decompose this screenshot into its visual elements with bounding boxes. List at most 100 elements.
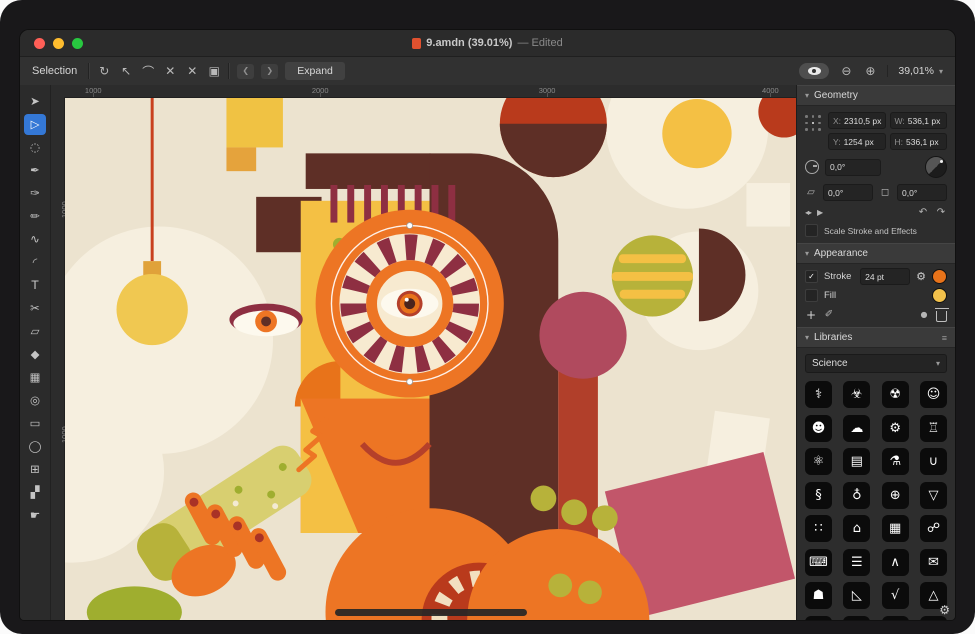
tool-ellipse-tool[interactable]: ◯	[24, 436, 46, 457]
library-icon-brain[interactable]: ☁	[843, 415, 870, 442]
library-icon-globe-stand[interactable]: ♁	[843, 482, 870, 509]
brush-icon[interactable]: ✐	[823, 309, 835, 320]
stroke-width-field[interactable]: 24 pt	[860, 268, 910, 285]
add-style-button[interactable]: +	[805, 308, 817, 322]
library-icon-lab-goggles[interactable]: ☻	[805, 415, 832, 442]
width-field[interactable]: W:536,1 px	[890, 112, 948, 129]
flip-vertical-icon[interactable]: ▶	[817, 208, 822, 217]
toolbar-icon-arc-handle[interactable]: ⌒	[141, 63, 155, 80]
tool-fill-tool[interactable]: ◆	[24, 344, 46, 365]
library-icon-microscope[interactable]: ☍	[920, 515, 947, 542]
panel-settings-gear-icon[interactable]: ⚙	[939, 603, 950, 617]
toolbar-icon-rotate-cursor[interactable]: ↻	[97, 64, 111, 78]
library-icon-square-root[interactable]: √	[882, 582, 909, 609]
library-icon-dominoes[interactable]: ⠿	[882, 616, 909, 621]
tool-brush-tool[interactable]: ∿	[24, 229, 46, 250]
tool-node-tool[interactable]: ▷	[24, 114, 46, 135]
library-icon-certificate[interactable]: ✉	[920, 549, 947, 576]
zoom-in-icon[interactable]: ⊕	[863, 64, 877, 78]
libraries-menu-icon[interactable]: ≡	[942, 333, 947, 343]
tool-hand-tool[interactable]: ☛	[24, 505, 46, 526]
insert-front-button[interactable]: ❯	[261, 64, 278, 79]
stroke-checkbox[interactable]: ✓	[805, 270, 818, 283]
library-icon-virus[interactable]: ☣	[843, 381, 870, 408]
library-icon-pill-grid[interactable]: ∷	[805, 515, 832, 542]
rotate-ccw-icon[interactable]: ↶	[917, 207, 929, 218]
library-icon-museum[interactable]: ⌂	[843, 515, 870, 542]
tool-corner-tool[interactable]: ◜	[24, 252, 46, 273]
tool-rectangle-tool[interactable]: ▭	[24, 413, 46, 434]
library-icon-pencil-pad[interactable]: ✎	[843, 616, 870, 621]
geometry-section-header[interactable]: ▾ Geometry	[797, 85, 955, 106]
appearance-section-header[interactable]: ▾ Appearance	[797, 243, 955, 264]
ruler-corner	[51, 85, 65, 99]
tool-node-pen-tool[interactable]: ✑	[24, 183, 46, 204]
canvas[interactable]	[65, 98, 796, 620]
library-icon-scientist[interactable]: ☺	[920, 381, 947, 408]
toolbar-divider	[228, 63, 230, 79]
stroke-color-swatch[interactable]	[932, 269, 947, 284]
trash-icon[interactable]	[936, 311, 947, 322]
fill-checkbox[interactable]	[805, 289, 818, 302]
rotation-dial[interactable]	[925, 156, 947, 178]
x-position-field[interactable]: X:2310,5 px	[828, 112, 886, 129]
library-icon-ledger[interactable]: ☰	[843, 549, 870, 576]
tool-move-tool[interactable]: ➤	[24, 91, 46, 112]
color-dot-icon[interactable]: ●	[918, 310, 930, 319]
library-icon-observatory[interactable]: ◠	[805, 616, 832, 621]
height-field[interactable]: H:536,1 px	[890, 133, 948, 150]
library-icon-bacteria[interactable]: ☢	[882, 381, 909, 408]
library-icon-ruler[interactable]: ◺	[843, 582, 870, 609]
rotation-field[interactable]: 0,0°	[825, 159, 881, 176]
scale-stroke-checkbox[interactable]	[805, 224, 818, 237]
stroke-settings-gear-icon[interactable]: ⚙	[916, 270, 926, 283]
library-icon-erlenmeyer-flask[interactable]: ▽	[920, 482, 947, 509]
library-icon-institution[interactable]: ♖	[920, 415, 947, 442]
libraries-section-header[interactable]: ▾ Libraries ≡	[797, 327, 955, 348]
shear-field[interactable]: 0,0°	[823, 184, 873, 201]
tool-zoom-tool[interactable]: ◎	[24, 390, 46, 411]
tool-scissors-tool[interactable]: ✂	[24, 298, 46, 319]
appearance-section-title: Appearance	[814, 248, 868, 259]
library-icon-gears[interactable]: ⚙	[882, 415, 909, 442]
tool-pencil-tool[interactable]: ✏	[24, 206, 46, 227]
library-select[interactable]: Science ▾	[805, 354, 947, 373]
library-icon-dna[interactable]: §	[805, 482, 832, 509]
library-icon-thermometer[interactable]: ⚕	[805, 381, 832, 408]
library-icon-atom[interactable]: ⚛	[805, 448, 832, 475]
tool-text-tool[interactable]: T	[24, 275, 46, 296]
corner-radius-field[interactable]: 0,0°	[897, 184, 947, 201]
screenshot-stage: 9.amdn (39.01%) — Edited Selection ↻↖⌒✕✕…	[0, 0, 975, 634]
zoom-out-icon[interactable]: ⊖	[839, 64, 853, 78]
library-icon-notebook[interactable]: ▦	[882, 515, 909, 542]
toolbar-icon-snap-to-geometry[interactable]: ✕	[185, 64, 199, 78]
library-icon-test-tube[interactable]: ∪	[920, 448, 947, 475]
library-icon-flask[interactable]: ⚗	[882, 448, 909, 475]
main-area: ➤▷◌✒✑✏∿◜T✂▱◆▦◎▭◯⊞▞☛ 1000 2000 3000 4000 …	[20, 85, 955, 620]
tool-pen-tool[interactable]: ✒	[24, 160, 46, 181]
rotate-cw-icon[interactable]: ↷	[935, 207, 947, 218]
y-position-field[interactable]: Y:1254 px	[828, 133, 886, 150]
preview-toggle[interactable]	[799, 63, 829, 79]
tool-lasso-tool[interactable]: ◌	[24, 137, 46, 158]
tool-eraser-tool[interactable]: ▱	[24, 321, 46, 342]
library-icon-computer[interactable]: ⌨	[805, 549, 832, 576]
zoom-level-dropdown[interactable]: 39,01% ▾	[887, 65, 943, 77]
transform-anchor-widget[interactable]	[805, 115, 822, 132]
horizontal-scrollbar[interactable]	[335, 609, 527, 616]
tool-grid-tool[interactable]: ⊞	[24, 459, 46, 480]
fill-color-swatch[interactable]	[932, 288, 947, 303]
insert-behind-button[interactable]: ❮	[237, 64, 254, 79]
toolbar-icon-snap-to-node[interactable]: ✕	[163, 64, 177, 78]
tool-slice-tool[interactable]: ▞	[24, 482, 46, 503]
library-icon-chart[interactable]: ▤	[843, 448, 870, 475]
library-icon-graduation-cap[interactable]: ∧	[882, 549, 909, 576]
toolbar-icon-snapping-options[interactable]: ▣	[207, 64, 221, 78]
library-icon-globe[interactable]: ⊕	[882, 482, 909, 509]
chevron-down-icon: ▾	[805, 249, 809, 258]
flip-horizontal-icon[interactable]: ◂▸	[805, 208, 811, 217]
toolbar-icon-precise-select[interactable]: ↖	[119, 64, 133, 78]
expand-button[interactable]: Expand	[285, 62, 345, 80]
tool-mesh-tool[interactable]: ▦	[24, 367, 46, 388]
library-icon-robot[interactable]: ☗	[805, 582, 832, 609]
